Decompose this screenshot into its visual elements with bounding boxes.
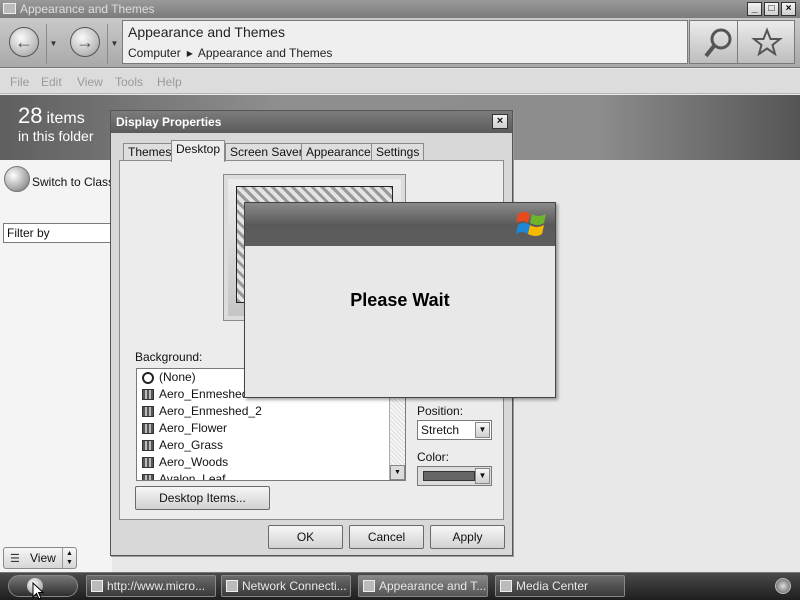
tab-appearance[interactable]: Appearance — [301, 143, 376, 161]
position-label: Position: — [417, 404, 464, 418]
back-history-dropdown[interactable]: ▼ — [46, 24, 60, 64]
image-file-icon — [142, 406, 154, 417]
color-swatch — [423, 471, 475, 481]
breadcrumb-appearance[interactable]: Appearance and Themes — [198, 46, 333, 60]
taskbar-item-browser[interactable]: http://www.micro... — [86, 575, 216, 597]
tab-settings[interactable]: Settings — [371, 143, 425, 161]
tab-themes[interactable]: Themes — [123, 143, 177, 161]
forward-button[interactable]: → — [70, 27, 100, 57]
address-toolbar: ← ▼ → ▼ Appearance and Themes Computer ▶ A… — [0, 18, 800, 68]
taskbar-item-label: Media Center — [516, 579, 589, 593]
background-label: Background: — [135, 350, 203, 364]
view-list-icon: ☰ — [10, 553, 20, 565]
list-item-label: Avalon_Leaf — [159, 472, 226, 481]
explorer-titlebar: Appearance and Themes _ □ × — [0, 0, 800, 18]
item-count-unit: items — [46, 110, 85, 127]
list-item-label: Aero_Enmeshed_2 — [159, 404, 262, 418]
back-button[interactable]: ← — [9, 27, 39, 57]
taskbar-item-media-center[interactable]: Media Center — [495, 575, 625, 597]
list-item-label: (None) — [159, 370, 196, 384]
none-icon — [142, 372, 154, 384]
list-item-label: Aero_Woods — [159, 455, 229, 469]
dialog-title: Display Properties — [116, 115, 222, 129]
window-app-icon — [3, 3, 16, 14]
view-stepper-icon[interactable]: ▲ ▼ — [62, 548, 76, 568]
address-box[interactable]: Appearance and Themes Computer ▶ Appearanc… — [122, 20, 688, 64]
breadcrumb-separator-icon[interactable]: ▶ — [187, 49, 193, 58]
chevron-down-icon[interactable]: ▼ — [475, 468, 490, 484]
browser-icon — [91, 580, 103, 592]
taskbar-item-label: http://www.micro... — [107, 579, 206, 593]
menu-help[interactable]: Help — [157, 75, 182, 89]
position-select[interactable]: Stretch ▼ — [417, 420, 492, 440]
tab-desktop[interactable]: Desktop — [171, 140, 226, 162]
windows-flag-logo-icon — [516, 212, 546, 236]
wait-dialog-header — [245, 203, 555, 246]
address-title: Appearance and Themes — [128, 24, 285, 40]
menu-edit[interactable]: Edit — [41, 75, 62, 89]
list-item-label: Aero_Enmeshed — [159, 387, 249, 401]
image-file-icon — [142, 474, 154, 480]
close-window-button[interactable]: × — [781, 2, 796, 16]
image-file-icon — [142, 423, 154, 434]
ok-button[interactable]: OK — [268, 525, 343, 549]
image-file-icon — [142, 389, 154, 400]
menu-bar: File Edit View Tools Help — [0, 69, 800, 94]
media-center-icon — [500, 580, 512, 592]
scroll-down-icon[interactable]: ▼ — [390, 465, 405, 480]
favorites-button[interactable] — [737, 20, 795, 64]
list-item[interactable]: Aero_Enmeshed_2 — [137, 403, 405, 420]
color-picker-button[interactable]: ▼ — [417, 466, 492, 486]
taskbar: http://www.micro... Network Connecti... … — [0, 572, 800, 600]
list-item-label: Aero_Flower — [159, 421, 228, 435]
task-pane: Switch to Classic Filter by ☰ View ▲ ▼ — [0, 160, 123, 572]
minimize-button[interactable]: _ — [747, 2, 762, 16]
taskbar-item-network[interactable]: Network Connecti... — [221, 575, 351, 597]
folder-icon — [363, 580, 375, 592]
item-count-subtitle: in this folder — [18, 128, 94, 144]
item-count: 28 items — [18, 103, 85, 129]
window-title: Appearance and Themes — [20, 2, 155, 16]
tab-screen-saver[interactable]: Screen Saver — [225, 143, 308, 161]
menu-view[interactable]: View — [77, 75, 103, 89]
list-item[interactable]: Avalon_Leaf — [137, 471, 405, 481]
menu-tools[interactable]: Tools — [115, 75, 143, 89]
list-item[interactable]: Aero_Flower — [137, 420, 405, 437]
taskbar-item-label: Appearance and T... — [379, 579, 487, 593]
breadcrumb-computer[interactable]: Computer — [128, 46, 181, 60]
chevron-down-icon[interactable]: ▼ — [475, 422, 490, 438]
classic-view-icon — [4, 166, 30, 192]
mouse-pointer-icon — [32, 582, 44, 600]
list-item[interactable]: Aero_Woods — [137, 454, 405, 471]
desktop-items-button[interactable]: Desktop Items... — [135, 486, 270, 510]
view-button[interactable]: ☰ View ▲ ▼ — [3, 547, 77, 569]
list-item-label: Aero_Grass — [159, 438, 224, 452]
forward-history-dropdown[interactable]: ▼ — [107, 24, 121, 64]
maximize-button[interactable]: □ — [764, 2, 779, 16]
breadcrumb: Computer ▶ Appearance and Themes — [128, 46, 332, 60]
image-file-icon — [142, 440, 154, 451]
please-wait-dialog: Please Wait — [244, 202, 556, 398]
cancel-button[interactable]: Cancel — [349, 525, 424, 549]
wait-message: Please Wait — [350, 290, 450, 310]
image-file-icon — [142, 457, 154, 468]
dialog-close-button[interactable]: × — [492, 114, 508, 129]
taskbar-item-label: Network Connecti... — [242, 579, 347, 593]
color-label: Color: — [417, 450, 450, 464]
network-icon — [226, 580, 238, 592]
taskbar-item-appearance[interactable]: Appearance and T... — [358, 575, 488, 597]
system-tray-icon[interactable] — [775, 578, 791, 594]
position-value: Stretch — [421, 423, 460, 437]
view-label: View — [30, 551, 56, 565]
filter-input[interactable]: Filter by — [3, 223, 113, 243]
menu-file[interactable]: File — [10, 75, 29, 89]
apply-button[interactable]: Apply — [430, 525, 505, 549]
item-count-number: 28 — [18, 103, 43, 128]
star-icon — [751, 27, 783, 57]
list-item[interactable]: Aero_Grass — [137, 437, 405, 454]
dialog-titlebar: Display Properties × — [111, 111, 512, 133]
